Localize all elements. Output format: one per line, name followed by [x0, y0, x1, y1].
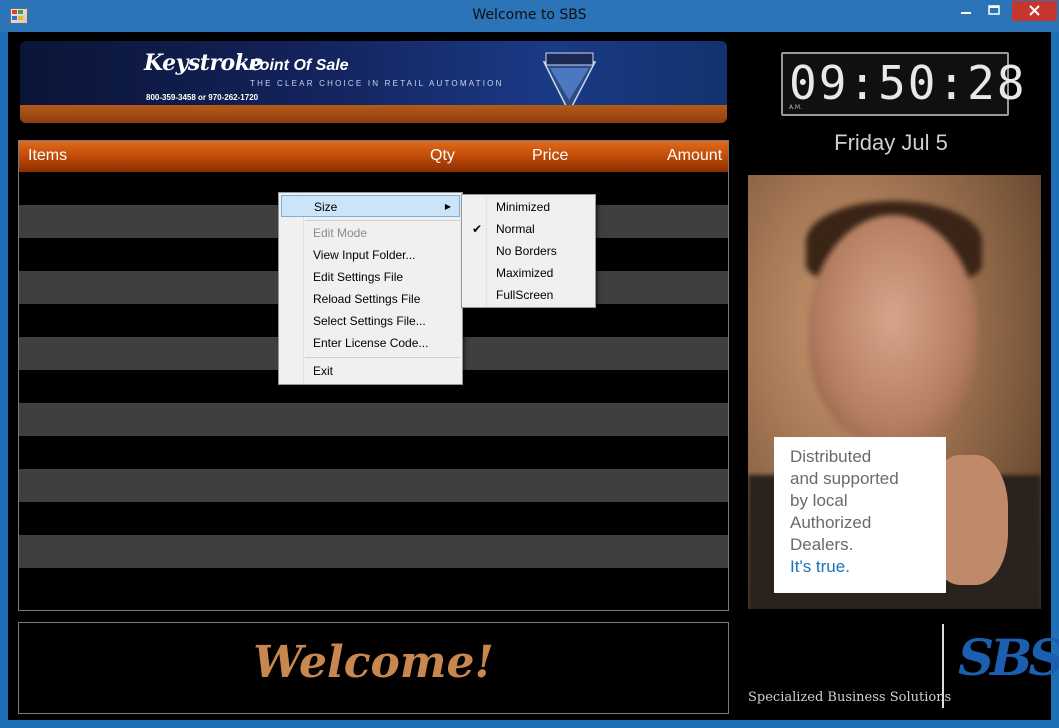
ad-line: by local [790, 491, 848, 510]
menu-item-reload-settings-file[interactable]: Reload Settings File [281, 288, 460, 310]
menu-item-select-settings-file[interactable]: Select Settings File... [281, 310, 460, 332]
submenu-arrow-icon: ▶ [444, 202, 451, 211]
menu-item-label: Edit Settings File [313, 270, 404, 284]
brand-product: Point Of Sale [249, 57, 349, 74]
main-area: Keystroke Point Of Sale THE CLEAR CHOICE… [8, 32, 1059, 720]
column-amount[interactable]: Amount [667, 147, 722, 165]
menu-item-label: Select Settings File... [313, 314, 426, 328]
clock-ampm: A.M. [789, 104, 802, 111]
brand-name: Keystroke [144, 50, 263, 76]
ad-highlight: It's true. [790, 557, 850, 576]
context-menu: Size ▶ Edit Mode View Input Folder... Ed… [278, 192, 463, 385]
menu-item-size[interactable]: Size ▶ [281, 195, 460, 217]
table-row[interactable] [19, 436, 728, 469]
submenu-item-minimized[interactable]: Minimized [464, 196, 593, 218]
menu-item-enter-license-code[interactable]: Enter License Code... [281, 332, 460, 354]
column-price[interactable]: Price [532, 147, 568, 165]
menu-item-label: Reload Settings File [313, 292, 421, 306]
window-title: Welcome to SBS [472, 7, 587, 23]
clock-time: 09:50:28 [789, 56, 1027, 110]
sbs-logo: SBS [958, 628, 1059, 687]
menu-item-label: Minimized [496, 200, 551, 214]
submenu-item-normal[interactable]: ✔ Normal [464, 218, 593, 240]
table-row[interactable] [19, 535, 728, 568]
digital-clock: 09:50:28 A.M. [781, 52, 1025, 116]
column-items[interactable]: Items [28, 147, 67, 165]
sbs-footer: Specialized Business Solutions SBS [748, 622, 1059, 712]
menu-item-label: Enter License Code... [313, 336, 429, 350]
table-row[interactable] [19, 502, 728, 535]
title-bar: Welcome to SBS [0, 0, 1059, 32]
ad-line: Authorized [790, 513, 872, 532]
grid-header: Items Qty Price Amount [19, 141, 728, 172]
minimize-button[interactable] [950, 0, 982, 22]
size-submenu: Minimized ✔ Normal No Borders Maximized … [461, 194, 596, 308]
column-qty[interactable]: Qty [430, 147, 455, 165]
menu-item-label: Exit [313, 364, 334, 378]
table-row[interactable] [19, 469, 728, 502]
submenu-item-no-borders[interactable]: No Borders [464, 240, 593, 262]
close-button[interactable] [1012, 1, 1057, 21]
menu-item-edit-mode: Edit Mode [281, 222, 460, 244]
brand-phone: 800-359-3458 or 970-262-1720 [146, 93, 259, 102]
menu-separator [305, 220, 460, 221]
minimize-icon [961, 12, 971, 14]
menu-item-label: Edit Mode [313, 226, 368, 240]
table-row[interactable] [19, 568, 728, 601]
ad-line: Distributed [790, 447, 872, 466]
submenu-item-fullscreen[interactable]: FullScreen [464, 284, 593, 306]
maximize-button[interactable] [982, 0, 1008, 22]
ad-card: Distributed and supported by local Autho… [774, 437, 946, 593]
company-name: Specialized Business Solutions [748, 690, 952, 705]
brand-tagline: THE CLEAR CHOICE IN RETAIL AUTOMATION [250, 79, 504, 88]
banner-accent-strip [20, 105, 727, 123]
menu-item-label: No Borders [496, 244, 557, 258]
welcome-message: Welcome! [253, 637, 494, 688]
menu-item-exit[interactable]: Exit [281, 360, 460, 382]
menu-separator [305, 357, 460, 358]
keystroke-banner: Keystroke Point Of Sale THE CLEAR CHOICE… [20, 41, 727, 123]
checkmark-icon: ✔ [472, 222, 483, 236]
menu-item-edit-settings-file[interactable]: Edit Settings File [281, 266, 460, 288]
submenu-item-maximized[interactable]: Maximized [464, 262, 593, 284]
current-date: Friday Jul 5 [834, 130, 948, 155]
close-icon [1029, 5, 1040, 16]
dealer-ad-image: Distributed and supported by local Autho… [748, 175, 1041, 609]
ad-line: and supported [790, 469, 899, 488]
menu-item-label: Size [314, 200, 338, 214]
table-row[interactable] [19, 403, 728, 436]
menu-item-label: View Input Folder... [313, 248, 416, 262]
menu-item-view-input-folder[interactable]: View Input Folder... [281, 244, 460, 266]
footer-divider [942, 624, 944, 708]
menu-item-label: FullScreen [496, 288, 554, 302]
menu-item-label: Maximized [496, 266, 554, 280]
welcome-panel: Welcome! [18, 622, 729, 714]
menu-item-label: Normal [496, 222, 535, 236]
ad-line: Dealers. [790, 535, 854, 554]
maximize-icon [988, 5, 1000, 15]
